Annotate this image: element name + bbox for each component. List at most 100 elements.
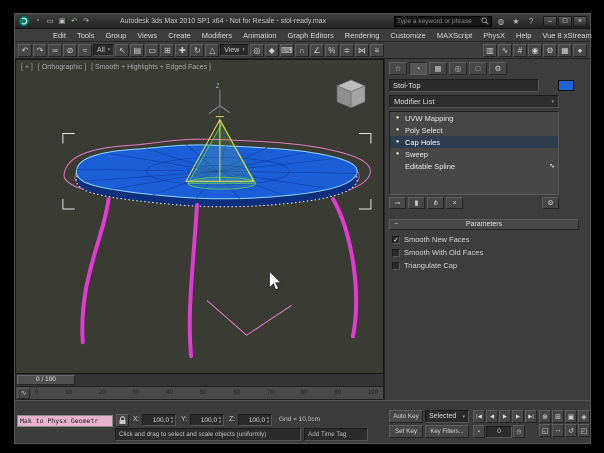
zoom-extents-icon[interactable]: ▣: [565, 410, 577, 423]
modifier-bulb-icon[interactable]: ●: [393, 139, 402, 145]
auto-key-button[interactable]: Auto Key: [389, 410, 423, 423]
save-file-icon[interactable]: ▣: [57, 17, 67, 25]
communication-center-icon[interactable]: ◍: [495, 17, 507, 26]
pan-view-icon[interactable]: ↔: [552, 424, 564, 437]
checkbox-box[interactable]: [392, 248, 400, 257]
object-name-field[interactable]: [389, 79, 539, 92]
select-and-uniform-scale-icon[interactable]: △: [205, 43, 220, 57]
display-tab-icon[interactable]: □: [469, 62, 487, 75]
menu-group[interactable]: Group: [105, 31, 126, 40]
track-bar[interactable]: ∿ 0 10 20 30 40 50 60 70 80 90 100: [15, 387, 384, 400]
menu-rendering[interactable]: Rendering: [345, 31, 380, 40]
motion-tab-icon[interactable]: ◎: [449, 62, 467, 75]
checkbox-triangulate-cap[interactable]: Triangulate Cap: [392, 261, 576, 270]
go-to-start-icon[interactable]: |◀: [473, 410, 485, 423]
redo-icon[interactable]: ↷: [33, 43, 47, 57]
menu-help[interactable]: Help: [516, 31, 531, 40]
unlink-selection-icon[interactable]: ⊘: [63, 43, 77, 57]
play-animation-icon[interactable]: ▶: [499, 410, 511, 423]
viewport-pov-menu[interactable]: [ Orthographic ]: [38, 64, 86, 71]
zoom-region-icon[interactable]: ◱: [539, 424, 551, 437]
viewport-shading-menu[interactable]: [ Smooth + Highlights + Edged Faces ]: [91, 64, 211, 71]
menu-physx[interactable]: PhysX: [483, 31, 505, 40]
render-setup-icon[interactable]: ⚙: [543, 43, 557, 57]
hierarchy-tab-icon[interactable]: ▦: [429, 62, 447, 75]
time-configuration-icon[interactable]: ◷: [513, 425, 525, 438]
stack-item-editable-spline[interactable]: Editable Spline ∿: [390, 160, 558, 172]
select-and-link-icon[interactable]: ∞: [48, 43, 62, 57]
remove-modifier-icon[interactable]: ×: [446, 197, 463, 209]
stack-item-cap-holes[interactable]: ● Cap Holes: [390, 136, 558, 148]
use-pivot-point-center-icon[interactable]: ◎: [249, 43, 264, 57]
object-color-swatch[interactable]: [558, 80, 574, 91]
menu-views[interactable]: Views: [137, 31, 157, 40]
minimize-button[interactable]: –: [543, 15, 557, 27]
spinner-snap-toggle-icon[interactable]: ≑: [339, 43, 354, 57]
percent-snap-toggle-icon[interactable]: %: [324, 43, 339, 57]
select-and-manipulate-icon[interactable]: ◆: [264, 43, 279, 57]
modifier-bulb-icon[interactable]: ●: [393, 127, 402, 133]
select-and-move-icon[interactable]: ✚: [175, 43, 190, 57]
viewcube[interactable]: [336, 79, 366, 109]
orbit-view-icon[interactable]: ↺: [565, 424, 577, 437]
viewport-nav-menu[interactable]: [ + ]: [21, 64, 33, 71]
redo-quick-icon[interactable]: ↷: [81, 17, 91, 25]
align-icon[interactable]: ≡: [369, 43, 384, 57]
render-production-icon[interactable]: ●: [573, 43, 587, 57]
undo-quick-icon[interactable]: ↶: [69, 17, 79, 25]
search-icon[interactable]: [481, 17, 489, 25]
modify-tab-icon[interactable]: ◔: [409, 62, 427, 75]
spinner-arrows-icon[interactable]: ▲ ▼: [170, 416, 175, 424]
help-icon[interactable]: ?: [525, 17, 537, 26]
zoom-all-icon[interactable]: ⊞: [552, 410, 564, 423]
material-editor-icon[interactable]: ◉: [528, 43, 542, 57]
checkbox-smooth-with-old-faces[interactable]: Smooth With Old Faces: [392, 248, 576, 257]
spinner-arrows-icon[interactable]: ▲ ▼: [266, 416, 271, 424]
menu-modifiers[interactable]: Modifiers: [202, 31, 232, 40]
menu-tools[interactable]: Tools: [77, 31, 95, 40]
menu-create[interactable]: Create: [168, 31, 191, 40]
mirror-icon[interactable]: ⋈: [354, 43, 369, 57]
current-frame-field[interactable]: 0: [486, 425, 512, 438]
keyboard-shortcut-override-icon[interactable]: ⌨: [279, 43, 294, 57]
spinner-arrows-icon[interactable]: ▲ ▼: [218, 416, 223, 424]
menu-animation[interactable]: Animation: [243, 31, 276, 40]
menu-maxscript[interactable]: MAXScript: [437, 31, 472, 40]
select-by-name-icon[interactable]: ▤: [130, 43, 145, 57]
maximize-viewport-icon[interactable]: ◰: [578, 424, 590, 437]
selection-filter-dropdown[interactable]: All ▾: [93, 44, 115, 56]
new-scene-icon[interactable]: ▫: [33, 17, 43, 25]
select-object-icon[interactable]: ↖: [115, 43, 130, 57]
window-crossing-icon[interactable]: ⊞: [160, 43, 175, 57]
zoom-icon[interactable]: ⊕: [539, 410, 551, 423]
lock-selection-icon[interactable]: [116, 414, 129, 427]
add-time-tag-field[interactable]: Add Time Tag: [304, 428, 368, 441]
mini-curve-editor-icon[interactable]: ∿: [17, 387, 30, 399]
utilities-tab-icon[interactable]: ⚙: [489, 62, 507, 75]
next-frame-icon[interactable]: ▶: [512, 410, 524, 423]
viewport[interactable]: [ + ] [ Orthographic ] [ Smooth + Highli…: [15, 59, 384, 374]
menu-edit[interactable]: Edit: [53, 31, 66, 40]
key-filters-button[interactable]: Key Filters...: [425, 425, 469, 438]
configure-modifier-sets-icon[interactable]: ⚙: [542, 197, 559, 209]
layer-manager-icon[interactable]: ▥: [483, 43, 497, 57]
snaps-toggle-icon[interactable]: ∩: [294, 43, 309, 57]
rollout-header[interactable]: − Parameters: [389, 219, 579, 230]
rectangular-selection-region-icon[interactable]: ▭: [145, 43, 160, 57]
table-legs[interactable]: [80, 197, 359, 359]
x-coord-field[interactable]: 100,0 ▲ ▼: [142, 414, 176, 426]
pin-stack-icon[interactable]: ⊸: [389, 197, 406, 209]
create-tab-icon[interactable]: ☆: [389, 62, 407, 75]
checkbox-box[interactable]: ✓: [392, 235, 400, 244]
menu-graph-editors[interactable]: Graph Editors: [288, 31, 334, 40]
menu-vue-xstream[interactable]: Vue 8 xStream: [542, 31, 591, 40]
infocenter-search-input[interactable]: [397, 17, 481, 25]
go-to-end-icon[interactable]: ▶|: [525, 410, 537, 423]
set-key-button[interactable]: Set Key: [389, 425, 423, 438]
modifier-bulb-icon[interactable]: ●: [393, 151, 402, 157]
show-end-result-icon[interactable]: ▮: [408, 197, 425, 209]
open-file-icon[interactable]: ▭: [45, 17, 55, 25]
favorites-icon[interactable]: ★: [510, 17, 522, 26]
curve-editor-icon[interactable]: ∿: [498, 43, 512, 57]
selection-set-dropdown[interactable]: Selected ▾: [425, 410, 469, 423]
